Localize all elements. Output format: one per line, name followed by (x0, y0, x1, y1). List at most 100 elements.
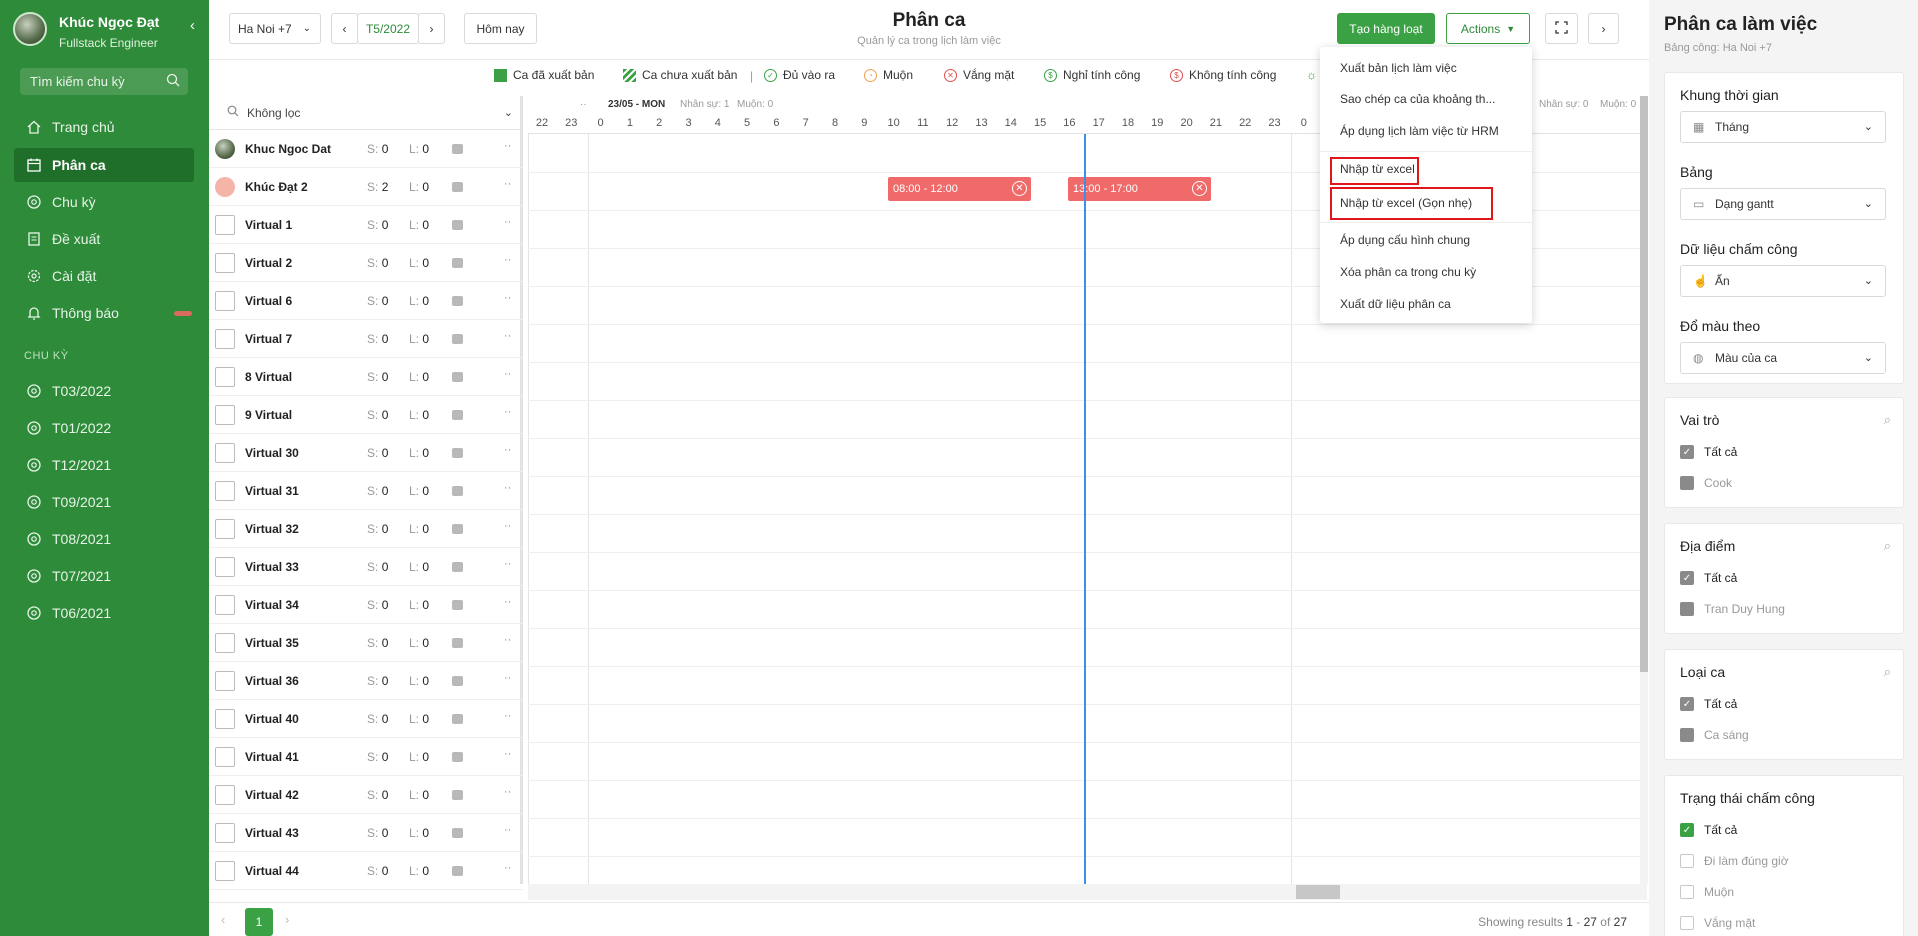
sidebar-item-settings[interactable]: Cài đặt (14, 259, 194, 293)
more-icon[interactable]: ·· (504, 254, 511, 266)
employee-row[interactable]: Virtual 31 S: 0 L: 0 ·· (209, 472, 523, 510)
user-profile[interactable]: Khúc Ngọc Đạt Fullstack Engineer (13, 12, 159, 50)
more-icon[interactable]: ·· (504, 292, 511, 304)
sidebar-item-proposal[interactable]: Đề xuất (14, 222, 194, 256)
row-toggle[interactable] (452, 410, 463, 420)
cycle-item[interactable]: T12/2021 (14, 448, 194, 482)
shift-block[interactable]: 08:00 - 12:00 ✕ (888, 177, 1031, 201)
attendance-data-select[interactable]: ☝ Ẩn ⌄ (1680, 265, 1886, 297)
checkbox[interactable] (1680, 728, 1694, 742)
menu-item-apply-hrm[interactable]: Áp dụng lịch làm việc từ HRM (1340, 124, 1499, 138)
sidebar-item-home[interactable]: Trang chủ (14, 110, 194, 144)
menu-item-apply-config[interactable]: Áp dụng cấu hình chung (1340, 233, 1470, 247)
row-toggle[interactable] (452, 828, 463, 838)
more-icon[interactable]: ·· (504, 710, 511, 722)
scrollbar-thumb[interactable] (1296, 885, 1340, 899)
search-icon[interactable]: ⌕ (1884, 538, 1891, 554)
actions-button[interactable]: Actions ▼ (1446, 13, 1530, 44)
employee-row[interactable]: Virtual 41 S: 0 L: 0 ·· (209, 738, 523, 776)
more-icon[interactable]: ·· (504, 558, 511, 570)
row-toggle[interactable] (452, 448, 463, 458)
more-icon[interactable]: ·· (504, 862, 511, 874)
employee-row[interactable]: Virtual 36 S: 0 L: 0 ·· (209, 662, 523, 700)
employee-row[interactable]: Khuc Ngoc Dat S: 0 L: 0 ·· (209, 130, 523, 168)
toggle-panel-button[interactable]: › (1588, 13, 1619, 44)
checkbox[interactable] (1680, 885, 1694, 899)
sidebar-item-shift[interactable]: Phân ca (14, 148, 194, 182)
row-toggle[interactable] (452, 638, 463, 648)
row-toggle[interactable] (452, 372, 463, 382)
row-toggle[interactable] (452, 524, 463, 534)
employee-row[interactable]: Virtual 40 S: 0 L: 0 ·· (209, 700, 523, 738)
more-icon[interactable]: ·· (504, 672, 511, 684)
more-icon[interactable]: ·· (504, 216, 511, 228)
row-toggle[interactable] (452, 220, 463, 230)
more-icon[interactable]: ·· (504, 596, 511, 608)
employee-row[interactable]: Virtual 2 S: 0 L: 0 ·· (209, 244, 523, 282)
employee-row[interactable]: Virtual 6 S: 0 L: 0 ·· (209, 282, 523, 320)
row-toggle[interactable] (452, 600, 463, 610)
menu-item-delete-shifts[interactable]: Xóa phân ca trong chu kỳ (1340, 265, 1476, 279)
checkbox[interactable] (1680, 916, 1694, 930)
shift-type-option[interactable]: ✓ Tất cả (1680, 697, 1737, 711)
employee-row[interactable]: Virtual 1 S: 0 L: 0 ·· (209, 206, 523, 244)
cycle-search-input[interactable]: Tìm kiếm chu kỳ (20, 68, 188, 95)
search-icon[interactable] (166, 73, 180, 90)
cycle-item[interactable]: T08/2021 (14, 522, 194, 556)
time-frame-select[interactable]: ▦ Tháng ⌄ (1680, 111, 1886, 143)
remove-shift-icon[interactable]: ✕ (1192, 181, 1207, 196)
checkbox[interactable] (1680, 602, 1694, 616)
row-toggle[interactable] (452, 714, 463, 724)
role-option[interactable]: Cook (1680, 476, 1732, 490)
shift-block[interactable]: 13:00 - 17:00 ✕ (1068, 177, 1211, 201)
board-select[interactable]: ▭ Dạng gantt ⌄ (1680, 188, 1886, 220)
employee-row[interactable]: Virtual 7 S: 0 L: 0 ·· (209, 320, 523, 358)
row-toggle[interactable] (452, 562, 463, 572)
checkbox-checked[interactable]: ✓ (1680, 823, 1694, 837)
row-toggle[interactable] (452, 752, 463, 762)
more-icon[interactable]: ·· (504, 178, 511, 190)
color-by-select[interactable]: ◍ Màu của ca ⌄ (1680, 342, 1886, 374)
employee-row[interactable]: Virtual 34 S: 0 L: 0 ·· (209, 586, 523, 624)
cycle-item[interactable]: T06/2021 (14, 596, 194, 630)
employee-row[interactable]: Virtual 42 S: 0 L: 0 ·· (209, 776, 523, 814)
status-option[interactable]: Muộn (1680, 885, 1734, 899)
vertical-scrollbar[interactable] (1640, 96, 1648, 884)
menu-item-publish[interactable]: Xuất bản lịch làm việc (1340, 61, 1457, 75)
more-icon[interactable]: ·· (504, 406, 511, 418)
cycle-item[interactable]: T03/2022 (14, 374, 194, 408)
fullscreen-button[interactable] (1545, 13, 1578, 44)
status-option[interactable]: ✓ Tất cả (1680, 823, 1737, 837)
checkbox[interactable] (1680, 476, 1694, 490)
bulk-create-button[interactable]: Tạo hàng loạt (1337, 13, 1435, 44)
dots-icon[interactable]: ·· (580, 99, 587, 110)
scrollbar-thumb[interactable] (1640, 96, 1648, 672)
checkbox-checked[interactable]: ✓ (1680, 697, 1694, 711)
row-toggle[interactable] (452, 258, 463, 268)
more-icon[interactable]: ·· (504, 444, 511, 456)
employee-row[interactable]: Virtual 33 S: 0 L: 0 ·· (209, 548, 523, 586)
menu-item-copy-shifts[interactable]: Sao chép ca của khoảng th... (1340, 92, 1495, 106)
row-toggle[interactable] (452, 790, 463, 800)
role-option[interactable]: ✓ Tất cả (1680, 445, 1737, 459)
sidebar-item-cycle[interactable]: Chu kỳ (14, 185, 194, 219)
checkbox[interactable] (1680, 854, 1694, 868)
employee-filter[interactable]: Không lọc ⌄ (209, 96, 523, 130)
row-toggle[interactable] (452, 296, 463, 306)
row-toggle[interactable] (452, 334, 463, 344)
search-icon[interactable]: ⌕ (1884, 664, 1891, 680)
more-icon[interactable]: ·· (504, 330, 511, 342)
page-button[interactable]: 1 (245, 908, 273, 936)
more-icon[interactable]: ·· (504, 140, 511, 152)
employee-row[interactable]: Virtual 32 S: 0 L: 0 ·· (209, 510, 523, 548)
row-toggle[interactable] (452, 486, 463, 496)
row-toggle[interactable] (452, 676, 463, 686)
employee-row[interactable]: Virtual 43 S: 0 L: 0 ·· (209, 814, 523, 852)
sidebar-item-notifications[interactable]: Thông báo (14, 296, 194, 330)
employee-row[interactable]: 8 Virtual S: 0 L: 0 ·· (209, 358, 523, 396)
checkbox-checked[interactable]: ✓ (1680, 571, 1694, 585)
employee-row[interactable]: 9 Virtual S: 0 L: 0 ·· (209, 396, 523, 434)
location-option[interactable]: Tran Duy Hung (1680, 602, 1785, 616)
remove-shift-icon[interactable]: ✕ (1012, 181, 1027, 196)
employee-row[interactable]: Virtual 44 S: 0 L: 0 ·· (209, 852, 523, 890)
